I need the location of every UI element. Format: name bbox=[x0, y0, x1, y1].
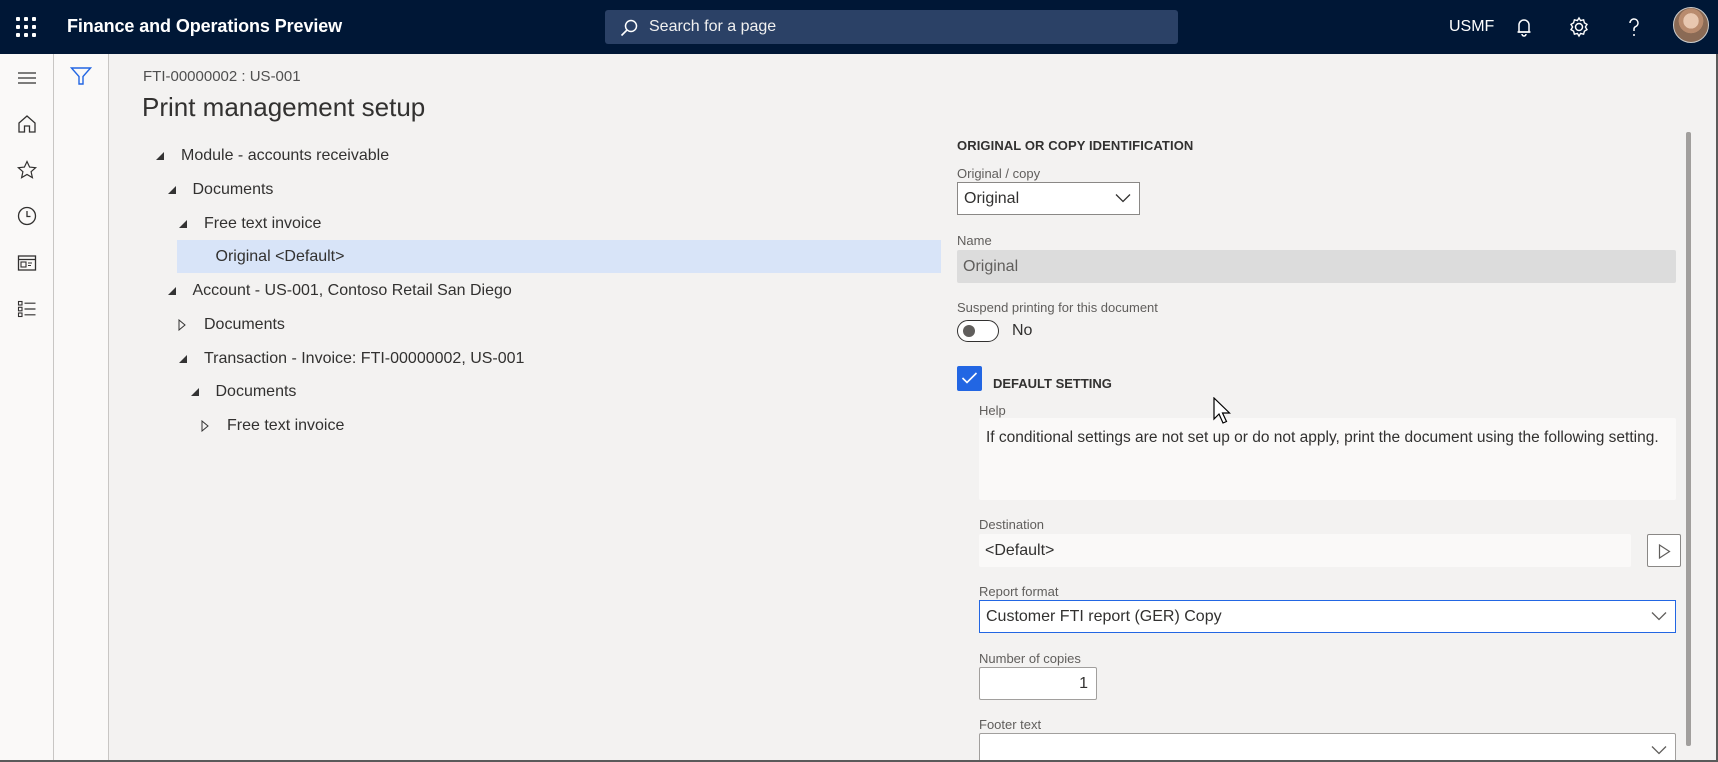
home-icon[interactable] bbox=[15, 112, 39, 136]
workspaces-icon[interactable] bbox=[15, 251, 39, 275]
suspend-printing-value: No bbox=[1012, 322, 1033, 339]
destination-value: <Default> bbox=[985, 541, 1055, 559]
top-bar: Finance and Operations Preview USMF bbox=[0, 0, 1718, 54]
chevron-down-icon bbox=[1651, 612, 1667, 621]
tree-node[interactable]: Documents bbox=[167, 173, 274, 206]
name-label: Name bbox=[957, 233, 992, 248]
tree-node-label: Module - accounts receivable bbox=[181, 146, 390, 164]
checkmark-icon bbox=[961, 372, 978, 384]
search-icon bbox=[620, 19, 638, 37]
tree-node-label: Free text invoice bbox=[204, 214, 322, 232]
tree-node[interactable]: Documents bbox=[190, 375, 297, 408]
modules-list-icon[interactable] bbox=[15, 297, 39, 321]
recent-clock-icon[interactable] bbox=[15, 204, 39, 228]
tree-node-label: Documents bbox=[192, 180, 274, 198]
report-format-dropdown[interactable]: Customer FTI report (GER) Copy bbox=[979, 600, 1676, 633]
tree-node[interactable]: Documents bbox=[178, 308, 285, 341]
name-value: Original bbox=[963, 257, 1019, 275]
collapsed-arrow-icon[interactable] bbox=[178, 318, 190, 331]
tree-node[interactable]: Transaction - Invoice: FTI-00000002, US-… bbox=[178, 342, 524, 375]
chevron-down-icon bbox=[1651, 746, 1667, 755]
footer-text-dropdown[interactable] bbox=[979, 733, 1676, 762]
help-icon[interactable] bbox=[1621, 14, 1647, 40]
company-picker[interactable]: USMF bbox=[1449, 18, 1494, 36]
expanded-arrow-icon[interactable] bbox=[178, 353, 190, 365]
gear-icon[interactable] bbox=[1566, 14, 1592, 40]
copies-value: 1 bbox=[1079, 674, 1088, 692]
help-text: If conditional settings are not set up o… bbox=[979, 418, 1676, 500]
favorites-star-icon[interactable] bbox=[15, 158, 39, 182]
search-box[interactable] bbox=[605, 10, 1178, 44]
search-input[interactable] bbox=[649, 10, 1159, 44]
default-setting-label: DEFAULT SETTING bbox=[993, 376, 1112, 391]
section-title: ORIGINAL OR COPY IDENTIFICATION bbox=[957, 138, 1194, 153]
expanded-arrow-icon[interactable] bbox=[155, 150, 167, 162]
report-format-label: Report format bbox=[979, 584, 1059, 599]
name-field: Original bbox=[957, 250, 1676, 283]
tree-node[interactable]: Free text invoice bbox=[201, 409, 344, 442]
tree-node-label: Account - US-001, Contoso Retail San Die… bbox=[192, 281, 512, 299]
destination-setup-button[interactable] bbox=[1647, 534, 1681, 567]
filter-pane bbox=[54, 54, 109, 762]
expanded-arrow-icon[interactable] bbox=[167, 184, 179, 196]
tree-node[interactable]: Free text invoice bbox=[178, 207, 321, 240]
suspend-printing-toggle[interactable] bbox=[957, 320, 999, 342]
breadcrumb: FTI-00000002 : US-001 bbox=[143, 68, 301, 85]
bell-icon[interactable] bbox=[1511, 14, 1537, 40]
tree-node[interactable]: Account - US-001, Contoso Retail San Die… bbox=[167, 274, 512, 307]
original-copy-label: Original / copy bbox=[957, 166, 1041, 181]
original-copy-value: Original bbox=[964, 189, 1020, 207]
expanded-arrow-icon[interactable] bbox=[167, 285, 179, 297]
suspend-printing-label: Suspend printing for this document bbox=[957, 300, 1158, 315]
app-launcher-icon[interactable] bbox=[16, 17, 38, 37]
tree-node-label: Documents bbox=[204, 315, 285, 333]
report-format-value: Customer FTI report (GER) Copy bbox=[986, 607, 1222, 625]
footer-text-label: Footer text bbox=[979, 717, 1042, 732]
avatar[interactable] bbox=[1673, 7, 1709, 43]
tree-node[interactable]: Module - accounts receivable bbox=[155, 139, 389, 172]
mouse-cursor-icon bbox=[1213, 397, 1231, 424]
copies-label: Number of copies bbox=[979, 651, 1081, 666]
copies-input[interactable]: 1 bbox=[979, 667, 1097, 700]
app-title: Finance and Operations Preview bbox=[67, 16, 343, 36]
tree-node[interactable]: Original <Default> bbox=[177, 240, 941, 273]
destination-field: <Default> bbox=[979, 534, 1631, 567]
chevron-down-icon bbox=[1115, 194, 1131, 203]
tree-node-label: Documents bbox=[215, 382, 297, 400]
navigation-bar bbox=[0, 54, 54, 762]
help-label: Help bbox=[979, 403, 1006, 418]
original-copy-dropdown[interactable]: Original bbox=[957, 182, 1140, 215]
filter-icon[interactable] bbox=[70, 66, 92, 86]
play-arrow-icon bbox=[1658, 544, 1671, 559]
hamburger-menu-icon[interactable] bbox=[15, 66, 39, 90]
collapsed-arrow-icon[interactable] bbox=[201, 419, 213, 432]
expanded-arrow-icon[interactable] bbox=[190, 386, 202, 398]
destination-label: Destination bbox=[979, 517, 1045, 532]
default-setting-checkbox[interactable] bbox=[957, 366, 982, 391]
details-scrollbar[interactable] bbox=[1686, 132, 1691, 746]
tree-node-label: Original <Default> bbox=[215, 247, 345, 265]
expanded-arrow-icon[interactable] bbox=[178, 218, 190, 230]
tree-node-label: Free text invoice bbox=[227, 416, 345, 434]
page-title: Print management setup bbox=[142, 92, 426, 122]
tree-node-label: Transaction - Invoice: FTI-00000002, US-… bbox=[204, 349, 525, 367]
